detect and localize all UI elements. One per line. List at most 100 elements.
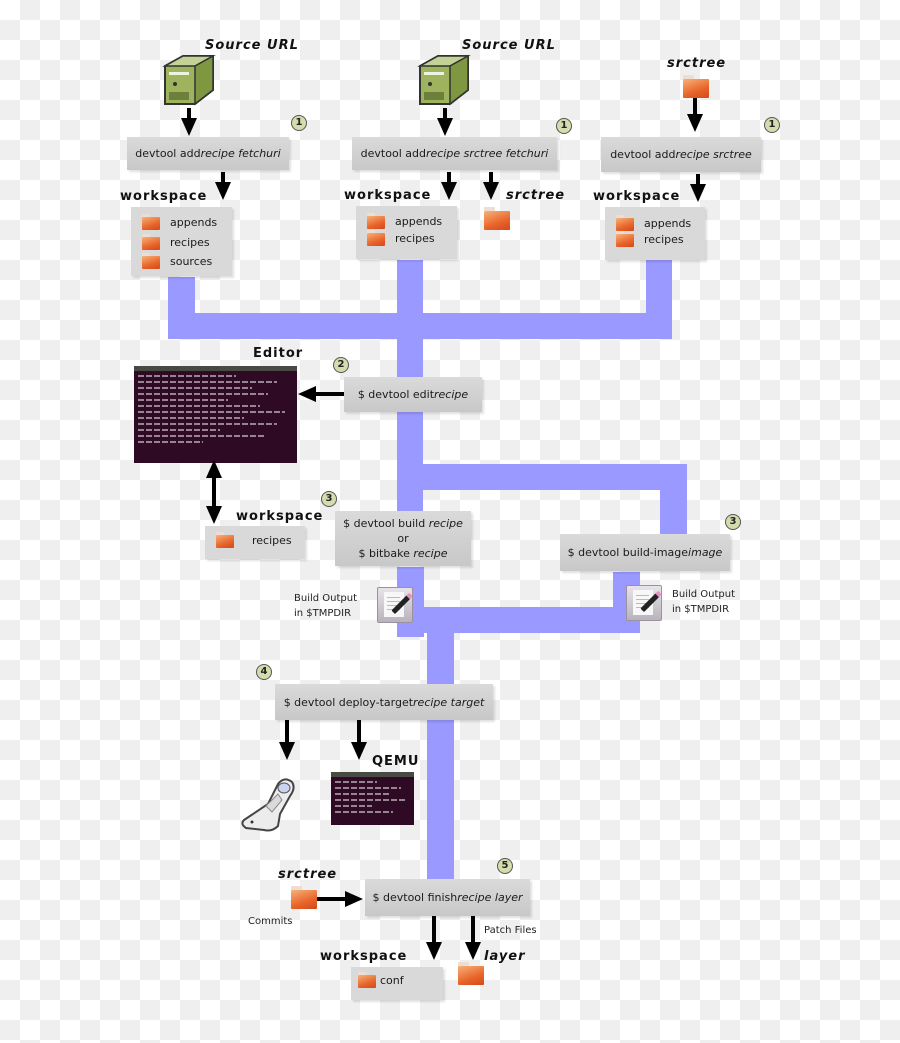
workspace-label: workspace — [120, 189, 208, 204]
server-icon — [162, 54, 216, 106]
command-devtool-build: $ devtool build recipe or $ bitbake reci… — [335, 511, 471, 566]
workspace-label: workspace — [344, 188, 432, 203]
command-arg: recipe fetchuri — [200, 147, 281, 160]
command-devtool-edit: $ devtool edit recipe — [344, 377, 482, 412]
arrow-editor-to-workspace — [206, 506, 222, 524]
document-edit-icon — [377, 587, 413, 623]
arrow-cmd1-to-workspace — [215, 182, 231, 200]
arrow-source2-to-cmd — [437, 118, 453, 136]
pipe-lower-main — [427, 630, 454, 880]
command-text: $ devtool finish — [372, 891, 458, 904]
command-text: devtool add — [610, 148, 676, 161]
command-arg: image — [688, 546, 723, 559]
workspace-item: appends — [616, 214, 692, 231]
folder-icon — [291, 886, 317, 909]
workspace-item: recipes — [216, 531, 292, 548]
folder-icon — [616, 214, 634, 231]
item-label: appends — [170, 216, 218, 229]
step-badge-3: 3 — [321, 491, 337, 507]
item-label: appends — [644, 217, 692, 230]
step-badge-1: 1 — [764, 117, 780, 133]
folder-icon — [367, 212, 385, 229]
qemu-terminal-image — [331, 772, 414, 825]
folder-icon — [458, 962, 484, 985]
command-devtool-add-srctree: devtool add recipe srctree — [601, 137, 761, 172]
patch-files-label: Patch Files — [484, 925, 537, 936]
pipe-build-image-branch — [397, 464, 687, 490]
arrow-srctree-to-cmd — [687, 114, 703, 132]
workspace-item: sources — [142, 252, 213, 269]
command-line-2: $ bitbake recipe — [359, 546, 448, 561]
build-output-line: in $TMPDIR — [294, 608, 352, 619]
workspace-item: conf — [358, 971, 404, 988]
mobile-device-icon — [241, 778, 295, 832]
command-devtool-build-image: $ devtool build-image image — [560, 534, 730, 571]
workspace-label: workspace — [320, 949, 408, 964]
build-output-label-right: Build Output in $TMPDIR — [672, 587, 735, 617]
workspace-item: recipes — [142, 233, 210, 250]
step-badge-2: 2 — [333, 357, 349, 373]
item-label: appends — [395, 215, 443, 228]
srctree-label-top: srctree — [667, 56, 727, 71]
folder-icon — [484, 207, 510, 230]
folder-icon — [683, 75, 709, 98]
step-badge-1: 1 — [291, 115, 307, 131]
qemu-label: QEMU — [372, 754, 420, 769]
arrow-shaft — [432, 916, 436, 944]
command-arg: recipe target — [413, 695, 485, 709]
srctree-label-bottom: srctree — [278, 867, 338, 882]
command-arg: recipe — [428, 517, 463, 530]
command-devtool-add-srctree-fetchuri: devtool add recipe srctree fetchuri — [352, 137, 557, 170]
source-url-label-2: Source URL — [462, 38, 556, 53]
source-url-label-1: Source URL — [205, 38, 299, 53]
command-text: $ devtool deploy-target — [283, 695, 414, 709]
command-arg: recipe srctree fetchuri — [425, 147, 549, 160]
item-label: recipes — [170, 236, 210, 249]
item-label: recipes — [395, 232, 435, 245]
arrow-shaft — [314, 392, 344, 396]
arrow-shaft — [212, 476, 216, 506]
build-output-line: Build Output — [672, 589, 736, 600]
item-label: recipes — [252, 534, 292, 547]
workspace-item: recipes — [616, 230, 684, 247]
command-devtool-finish: $ devtool finish recipe layer — [365, 879, 530, 916]
workspace-label: workspace — [236, 509, 324, 524]
command-arg: recipe layer — [457, 891, 523, 904]
command-text: devtool add — [360, 147, 426, 160]
step-badge-1: 1 — [556, 118, 572, 134]
editor-label: Editor — [253, 346, 304, 361]
step-badge-4: 4 — [256, 664, 272, 680]
command-devtool-deploy-target: $ devtool deploy-target recipe target — [275, 684, 493, 720]
arrow-source1-to-cmd — [181, 118, 197, 136]
workspace-item: appends — [142, 213, 218, 230]
command-text: devtool add — [135, 147, 201, 160]
item-label: sources — [170, 255, 213, 268]
arrow-deploy-to-device — [279, 742, 295, 760]
server-icon — [417, 54, 471, 106]
command-arg: recipe — [413, 547, 448, 560]
folder-icon — [142, 213, 160, 230]
command-arg: recipe srctree — [675, 148, 752, 161]
arrow-cmd2-to-workspace — [441, 182, 457, 200]
pipe-build-image-down — [660, 464, 687, 534]
arrow-cmd3-to-workspace — [690, 184, 706, 202]
commits-label: Commits — [248, 916, 293, 927]
arrow-finish-to-workspace — [426, 942, 442, 960]
command-text: $ devtool build-image — [567, 546, 689, 559]
arrow-shaft — [357, 720, 361, 744]
command-text: $ bitbake — [358, 547, 414, 560]
arrow-shaft — [187, 108, 191, 120]
folder-icon — [358, 971, 376, 988]
build-output-line: in $TMPDIR — [672, 604, 730, 615]
folder-icon — [142, 252, 160, 269]
srctree-output-label: srctree — [506, 188, 566, 203]
command-arg: recipe — [434, 388, 469, 401]
build-output-line: Build Output — [294, 593, 358, 604]
folder-icon — [216, 531, 234, 548]
or-text: or — [397, 532, 409, 545]
command-devtool-add-fetchuri: devtool add recipe fetchuri — [127, 137, 289, 170]
item-label: conf — [380, 974, 404, 987]
document-edit-icon — [626, 585, 662, 621]
layer-label: layer — [484, 949, 526, 964]
arrow-shaft — [285, 720, 289, 744]
